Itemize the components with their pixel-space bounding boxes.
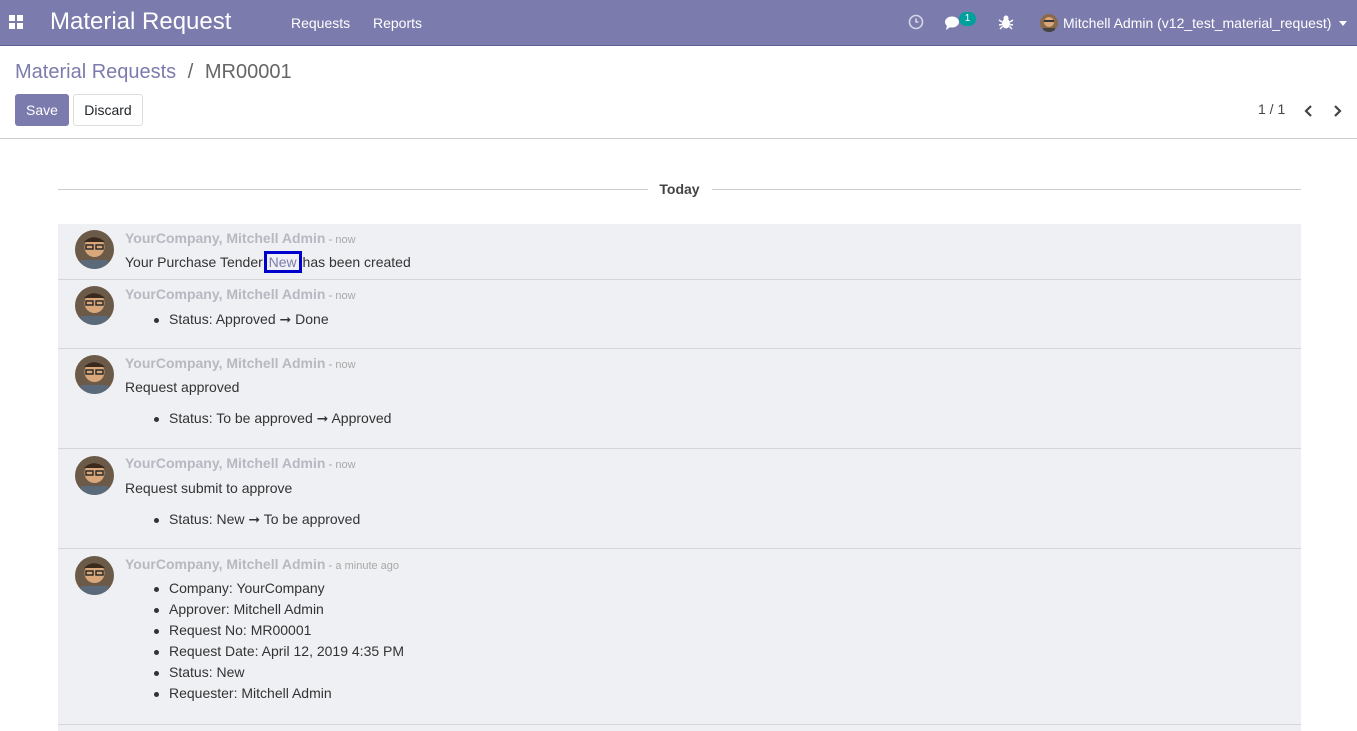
chevron-left-icon[interactable] [1302, 104, 1314, 118]
message-date: now [335, 459, 356, 471]
tracking-item: Company: YourCompany [154, 580, 404, 601]
tracking-list: Status: To be approved ➞ Approved [154, 410, 391, 431]
message-header: YourCompany, Mitchell Admin - now [125, 355, 356, 371]
chatter-message: YourCompany, Mitchell Admin - now Your Pur… [58, 224, 1301, 280]
top-navbar: Material Request Requests Reports 1 Mitc… [0, 0, 1357, 46]
message-header: YourCompany, Mitchell Admin - now [125, 230, 356, 246]
user-menu[interactable]: Mitchell Admin (v12_test_material_reques… [1040, 12, 1348, 34]
tracking-list: Company: YourCompany Approver: Mitchell … [154, 580, 404, 706]
apps-icon[interactable] [9, 15, 23, 29]
day-label: Today [659, 181, 700, 197]
message-date: now [335, 290, 356, 302]
menu-reports[interactable]: Reports [373, 15, 422, 31]
message-date: now [335, 234, 356, 246]
pager-value: 1 / 1 [1258, 101, 1286, 117]
tracking-list: Status: New ➞ To be approved [154, 511, 360, 532]
message-date: a minute ago [335, 560, 400, 572]
discard-button[interactable]: Discard [73, 94, 143, 126]
avatar[interactable] [75, 286, 114, 325]
avatar[interactable] [75, 230, 114, 269]
app-title: Material Request [50, 8, 232, 35]
user-name: Mitchell Admin (v12_test_material_reques… [1063, 15, 1332, 31]
message-author[interactable]: YourCompany, Mitchell Admin [125, 556, 325, 572]
menu-requests[interactable]: Requests [291, 15, 350, 31]
save-button[interactable]: Save [15, 94, 69, 126]
chatter-message: YourCompany, Mitchell Admin - a minute ago… [58, 549, 1301, 725]
message-author[interactable]: YourCompany, Mitchell Admin [125, 286, 325, 302]
user-avatar [1040, 14, 1058, 32]
tracking-item: Status: New ➞ To be approved [154, 511, 360, 532]
avatar[interactable] [75, 556, 114, 595]
avatar[interactable] [75, 355, 114, 394]
control-panel: Material Requests / MR00001 Save Discard… [0, 47, 1357, 139]
message-body: Your Purchase Tender New has been create… [125, 251, 411, 273]
message-dash: - [328, 288, 333, 302]
message-body-prefix: Your Purchase Tender [125, 254, 267, 270]
chevron-down-icon [1339, 20, 1348, 26]
message-dash: - [328, 457, 333, 471]
day-separator: Today [58, 180, 1301, 200]
message-header: YourCompany, Mitchell Admin - a minute ago [125, 556, 399, 572]
breadcrumb: Material Requests / MR00001 [15, 61, 292, 84]
breadcrumb-parent[interactable]: Material Requests [15, 61, 176, 83]
message-dash: - [328, 558, 333, 572]
tender-link[interactable]: New [263, 251, 302, 273]
chatter-message: YourCompany, Mitchell Admin - now Request … [58, 349, 1301, 449]
tracking-item: Status: New [154, 664, 404, 685]
chatter-message: YourCompany, Mitchell Admin - now Status: … [58, 280, 1301, 349]
tracking-item: Status: To be approved ➞ Approved [154, 410, 391, 431]
tracking-list: Status: Approved ➞ Done [154, 311, 329, 332]
message-dash: - [328, 232, 333, 246]
breadcrumb-separator: / [187, 61, 194, 83]
message-header: YourCompany, Mitchell Admin - now [125, 455, 356, 471]
avatar[interactable] [75, 456, 114, 495]
tracking-item: Status: Approved ➞ Done [154, 311, 329, 332]
message-date: now [335, 359, 356, 371]
bug-icon[interactable] [998, 14, 1014, 33]
tracking-item: Request No: MR00001 [154, 622, 404, 643]
message-author[interactable]: YourCompany, Mitchell Admin [125, 230, 325, 246]
chatter-message: YourCompany, Mitchell Admin - now Request … [58, 449, 1301, 549]
message-author[interactable]: YourCompany, Mitchell Admin [125, 355, 325, 371]
tracking-item: Requester: Mitchell Admin [154, 685, 404, 706]
tracking-item: Approver: Mitchell Admin [154, 601, 404, 622]
message-header: YourCompany, Mitchell Admin - now [125, 286, 356, 302]
message-body: Request submit to approve [125, 480, 293, 496]
breadcrumb-current: MR00001 [204, 61, 292, 83]
chatter: Today YourCompany, Mitchell Admin - now Yo… [0, 140, 1357, 731]
chatter-message [58, 725, 1301, 731]
tracking-item: Request Date: April 12, 2019 4:35 PM [154, 643, 404, 664]
message-body: Request approved [125, 379, 240, 395]
message-dash: - [328, 357, 333, 371]
clock-icon[interactable] [908, 14, 924, 33]
message-body-suffix: has been created [298, 254, 411, 270]
message-author[interactable]: YourCompany, Mitchell Admin [125, 455, 325, 471]
chevron-right-icon[interactable] [1332, 104, 1344, 118]
chat-badge: 1 [959, 12, 976, 26]
